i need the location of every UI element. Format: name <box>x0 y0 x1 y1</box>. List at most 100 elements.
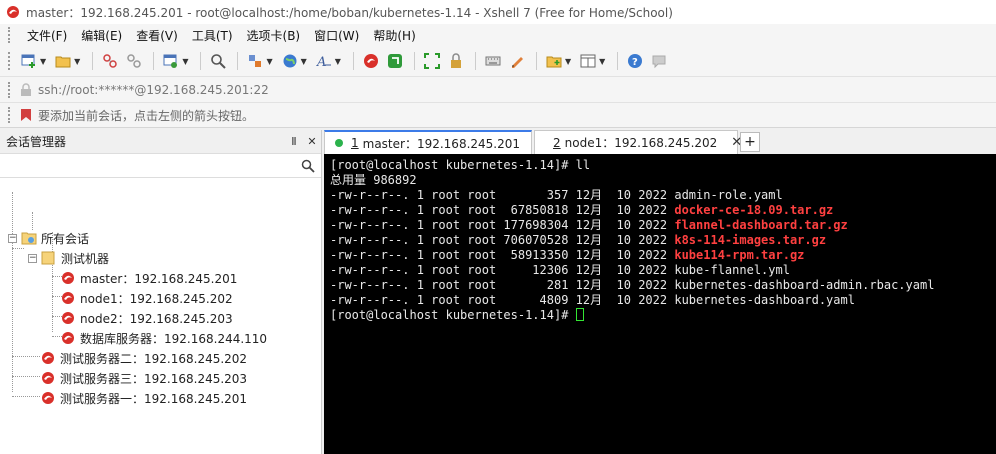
session-item-label: node1：192.168.245.202 <box>80 291 233 306</box>
new-tab-icon[interactable] <box>543 50 565 72</box>
add-tab-button[interactable]: + <box>740 132 760 152</box>
terminal-line: [root@localhost kubernetes-1.14]# ll <box>330 158 591 172</box>
reconnect-icon[interactable] <box>99 50 121 72</box>
layout-dropdown-icon[interactable]: ▼ <box>599 57 605 66</box>
file-meta: -rw-r--r--. 1 root root 58913350 12月 10 … <box>330 248 675 262</box>
globe-dropdown-icon[interactable]: ▼ <box>301 57 307 66</box>
addressbar-grip[interactable] <box>8 81 12 98</box>
session-tabs: 1 master：192.168.245.201 2 node1：192.168… <box>324 130 996 154</box>
svg-text:?: ? <box>632 57 638 68</box>
file-name: admin-role.yaml <box>674 188 783 202</box>
disconnect-icon[interactable] <box>123 50 145 72</box>
file-row: -rw-r--r--. 1 root root 177698304 12月 10… <box>330 218 990 233</box>
session-icon <box>42 372 54 384</box>
properties-icon[interactable] <box>160 50 182 72</box>
session-item-node1[interactable]: node1：192.168.245.202 <box>60 288 233 308</box>
session-manager-panel: 会话管理器 Ⅱ ✕ − 所有会话 − 测试机器 master：192.168.2… <box>0 130 322 454</box>
tree-group-test-machines[interactable]: − 测试机器 <box>28 248 109 268</box>
open-dropdown-icon[interactable]: ▼ <box>74 57 80 66</box>
menubar-grip[interactable] <box>8 27 12 43</box>
menu-window[interactable]: 窗口(W) <box>307 27 366 44</box>
session-icon <box>42 392 54 404</box>
session-item-server1[interactable]: 测试服务器一：192.168.245.201 <box>40 388 247 408</box>
file-meta: -rw-r--r--. 1 root root 12306 12月 10 202… <box>330 263 675 277</box>
session-icon <box>62 332 74 344</box>
menu-view[interactable]: 查看(V) <box>129 27 185 44</box>
new-session-dropdown-icon[interactable]: ▼ <box>40 57 46 66</box>
tab-number: 1 <box>351 136 359 150</box>
file-row: -rw-r--r--. 1 root root 58913350 12月 10 … <box>330 248 990 263</box>
keyboard-icon[interactable] <box>482 50 504 72</box>
chat-icon[interactable] <box>648 50 670 72</box>
file-row: -rw-r--r--. 1 root root 706070528 12月 10… <box>330 233 990 248</box>
svg-text:A: A <box>316 55 326 69</box>
transfer-icon[interactable] <box>244 50 266 72</box>
hintbar-grip[interactable] <box>8 107 12 123</box>
file-name: kubernetes-dashboard.yaml <box>674 293 855 307</box>
highlight-icon[interactable] <box>506 50 528 72</box>
toolbar-grip[interactable] <box>8 52 12 70</box>
session-item-label: node2：192.168.245.203 <box>80 311 233 326</box>
file-row: -rw-r--r--. 1 root root 357 12月 10 2022 … <box>330 188 990 203</box>
session-icon <box>62 272 74 284</box>
xshell-logo-icon <box>7 6 19 18</box>
new-tab-dropdown-icon[interactable]: ▼ <box>565 57 571 66</box>
session-item-server3[interactable]: 测试服务器三：192.168.245.203 <box>40 368 247 388</box>
folder-icon <box>41 251 55 265</box>
session-item-label: 数据库服务器：192.168.244.110 <box>80 331 268 346</box>
menu-tools[interactable]: 工具(T) <box>185 27 240 44</box>
lock-icon[interactable] <box>445 50 467 72</box>
properties-dropdown-icon[interactable]: ▼ <box>182 57 188 66</box>
tab-node1[interactable]: 2 node1：192.168.245.202 ✕ <box>534 130 742 154</box>
tree-root-all-sessions[interactable]: − 所有会话 <box>8 228 89 248</box>
search-icon[interactable] <box>301 159 315 173</box>
close-icon[interactable]: ✕ <box>303 135 321 148</box>
terminal-area[interactable]: [root@localhost kubernetes-1.14]# ll 总用量… <box>324 154 996 454</box>
session-manager-header: 会话管理器 Ⅱ ✕ <box>0 130 321 154</box>
terminal-prompt: [root@localhost kubernetes-1.14]# <box>330 308 576 322</box>
session-item-node2[interactable]: node2：192.168.245.203 <box>60 308 233 328</box>
session-item-label: master：192.168.245.201 <box>80 271 238 286</box>
font-dropdown-icon[interactable]: ▼ <box>335 57 341 66</box>
file-meta: -rw-r--r--. 1 root root 357 12月 10 2022 <box>330 188 675 202</box>
session-icon <box>62 312 74 324</box>
font-icon[interactable]: A <box>313 50 335 72</box>
xftp-icon[interactable] <box>384 50 406 72</box>
tree-root-label: 所有会话 <box>41 231 90 246</box>
help-icon[interactable]: ? <box>624 50 646 72</box>
toolbar: ▼ ▼ ▼ ▼ ▼ A ▼ ▼ ▼ ? <box>0 46 996 76</box>
toolbar-separator <box>617 52 619 70</box>
transfer-dropdown-icon[interactable]: ▼ <box>266 57 272 66</box>
session-manager-title: 会话管理器 <box>6 135 67 149</box>
file-name: docker-ce-18.09.tar.gz <box>674 203 834 217</box>
folder-icon <box>21 232 37 245</box>
fullscreen-icon[interactable] <box>421 50 443 72</box>
layout-icon[interactable] <box>577 50 599 72</box>
menu-edit[interactable]: 编辑(E) <box>74 27 129 44</box>
session-item-server2[interactable]: 测试服务器二：192.168.245.202 <box>40 348 247 368</box>
tab-label: node1：192.168.245.202 <box>564 136 718 150</box>
bookmark-icon[interactable] <box>20 108 32 122</box>
collapse-toggle[interactable]: − <box>8 233 17 243</box>
menu-tab[interactable]: 选项卡(B) <box>240 27 308 44</box>
find-icon[interactable] <box>207 50 229 72</box>
session-search-bar[interactable] <box>0 154 321 178</box>
collapse-toggle[interactable]: − <box>28 253 37 263</box>
session-icon <box>42 352 54 364</box>
session-item-master[interactable]: master：192.168.245.201 <box>60 268 237 288</box>
xshell-icon[interactable] <box>360 50 382 72</box>
file-name: k8s-114-images.tar.gz <box>674 233 827 247</box>
session-item-database[interactable]: 数据库服务器：192.168.244.110 <box>60 328 267 348</box>
file-meta: -rw-r--r--. 1 root root 4809 12月 10 2022 <box>330 293 675 307</box>
pin-icon[interactable]: Ⅱ <box>285 135 303 148</box>
tab-master[interactable]: 1 master：192.168.245.201 <box>324 130 532 154</box>
address-field[interactable]: ssh://root:******@192.168.245.201:22 <box>38 83 269 97</box>
new-session-icon[interactable] <box>18 50 40 72</box>
menu-file[interactable]: 文件(F) <box>20 27 74 44</box>
file-row: -rw-r--r--. 1 root root 4809 12月 10 2022… <box>330 293 990 308</box>
hint-bar: 要添加当前会话，点击左侧的箭头按钮。 <box>0 102 996 128</box>
globe-icon[interactable] <box>279 50 301 72</box>
open-folder-icon[interactable] <box>52 50 74 72</box>
menu-help[interactable]: 帮助(H) <box>366 27 422 44</box>
tab-label: master：192.168.245.201 <box>362 136 521 151</box>
